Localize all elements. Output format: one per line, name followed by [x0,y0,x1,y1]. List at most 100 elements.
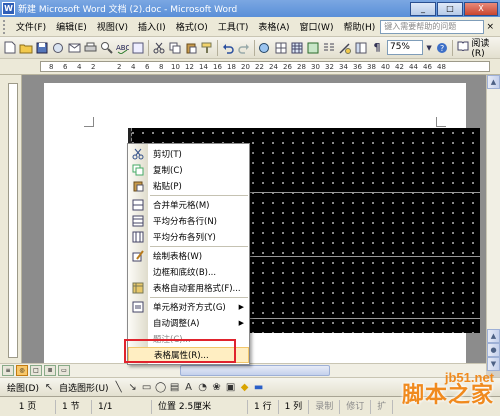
menu-view[interactable]: 视图(V) [92,20,133,33]
select-browse-object-icon[interactable]: ● [487,343,500,357]
menu-item-draw-table[interactable]: 绘制表格(W) [128,248,249,264]
vertical-ruler-track[interactable] [8,83,18,358]
status-track-changes[interactable]: 修订 [340,399,372,414]
menu-item-copy[interactable]: 复制(C) [128,162,249,178]
oval-tool-icon[interactable]: ◯ [154,380,168,394]
copy-icon[interactable] [168,40,182,56]
vertical-scrollbar[interactable]: ▲ ▲ ● ▼ [486,75,500,371]
menu-insert[interactable]: 插入(I) [133,20,171,33]
ruler-label: 14 [199,63,208,71]
menu-edit[interactable]: 编辑(E) [51,20,92,33]
ruler-label: 2 [91,63,96,71]
line-tool-icon[interactable]: ╲ [112,380,126,394]
previous-page-icon[interactable]: ▲ [487,329,500,343]
redo-icon[interactable] [237,40,251,56]
menu-item-autofit[interactable]: 自动调整(A) ▶ [128,315,249,331]
select-objects-icon[interactable]: ↖ [42,380,56,394]
ruler-label: 26 [283,63,292,71]
hyperlink-icon[interactable] [258,40,272,56]
horizontal-ruler[interactable]: 8 6 4 2 2 4 6 8 10 12 14 16 18 20 22 24 … [0,59,500,75]
menu-file[interactable]: 文件(F) [11,20,51,33]
next-page-icon[interactable]: ▼ [487,357,500,371]
arrow-tool-icon[interactable]: ↘ [126,380,140,394]
minimize-button[interactable]: _ [410,1,436,16]
tables-borders-icon[interactable] [274,40,288,56]
paste-icon[interactable] [184,40,198,56]
save-icon[interactable] [35,40,49,56]
help-icon[interactable]: ? [435,40,449,56]
email-icon[interactable] [67,40,81,56]
help-search-input[interactable]: 键入需要帮助的问题 [380,19,484,34]
insert-wordart-icon[interactable]: A [182,380,196,394]
paste-icon [128,178,148,194]
ruler-track[interactable]: 8 6 4 2 2 4 6 8 10 12 14 16 18 20 22 24 … [40,61,490,72]
print-preview-icon[interactable] [99,40,113,56]
read-mode-button[interactable]: 阅读(R) [454,36,500,59]
research-icon[interactable] [131,40,145,56]
ruler-label: 8 [159,63,164,71]
draw-menu-button[interactable]: 绘图(D) [4,381,42,394]
outline-view-icon[interactable]: ≣ [44,365,56,376]
document-map-icon[interactable] [354,40,368,56]
menu-item-paste[interactable]: 粘贴(P) [128,178,249,194]
status-record[interactable]: 录制 [309,399,341,414]
vertical-ruler[interactable] [0,75,22,363]
show-hide-marks-icon[interactable]: ¶ [370,40,384,56]
document-page[interactable] [44,83,480,373]
scroll-track[interactable] [487,89,500,329]
word-app-icon[interactable]: W [2,2,15,15]
print-layout-icon[interactable]: □ [30,365,42,376]
fill-color-icon[interactable]: ◆ [238,380,252,394]
format-painter-icon[interactable] [200,40,214,56]
ruler-label: 16 [213,63,222,71]
close-button[interactable]: X [464,1,498,16]
distribute-columns-icon [128,229,148,245]
menu-tools[interactable]: 工具(T) [213,20,254,33]
insert-diagram-icon[interactable]: ◔ [196,380,210,394]
columns-icon[interactable] [322,40,336,56]
menu-item-borders-shading[interactable]: 边框和底纹(B)... [128,264,249,280]
menu-help[interactable]: 帮助(H) [338,20,380,33]
menu-format[interactable]: 格式(O) [171,20,213,33]
normal-view-icon[interactable]: ≡ [2,365,14,376]
chevron-down-icon[interactable]: ▼ [426,40,433,56]
autoshapes-menu-button[interactable]: 自选图形(U) [56,381,112,394]
zoom-select[interactable]: 75% [386,40,423,55]
horizontal-scroll-thumb[interactable] [180,365,330,376]
menu-item-distribute-columns[interactable]: 平均分布各列(Y) [128,229,249,245]
insert-table-icon[interactable] [290,40,304,56]
text-box-icon[interactable]: ▤ [168,380,182,394]
spelling-icon[interactable]: ABC [115,40,129,56]
watermark: jb51.net 脚本之家 [402,371,494,406]
menu-item-merge-cells[interactable]: 合并单元格(M) [128,197,249,213]
rectangle-tool-icon[interactable]: ▭ [140,380,154,394]
permission-icon[interactable] [51,40,65,56]
menu-item-table-autoformat[interactable]: 表格自动套用格式(F)... [128,280,249,296]
new-document-icon[interactable] [3,40,17,56]
undo-icon[interactable] [221,40,235,56]
open-folder-icon[interactable] [19,40,33,56]
menu-item-cut[interactable]: 剪切(T) [128,146,249,162]
reading-view-icon[interactable]: ▭ [58,365,70,376]
menu-bar: 文件(F) 编辑(E) 视图(V) 插入(I) 格式(O) 工具(T) 表格(A… [0,17,500,37]
line-color-icon[interactable]: ▬ [252,380,266,394]
title-bar: W 新建 Microsoft Word 文档 (2).doc - Microso… [0,0,500,17]
menu-item-label: 绘制表格(W) [153,252,203,262]
maximize-button[interactable]: □ [437,1,463,16]
drawing-icon[interactable] [338,40,352,56]
insert-picture-icon[interactable]: ▣ [224,380,238,394]
insert-excel-icon[interactable] [306,40,320,56]
document-area[interactable] [22,75,486,373]
scroll-up-icon[interactable]: ▲ [487,75,500,89]
menu-table[interactable]: 表格(A) [253,20,294,33]
menubar-grip[interactable] [3,19,7,34]
status-extend[interactable]: 扩 [371,399,394,414]
clip-art-icon[interactable]: ❀ [210,380,224,394]
cut-icon[interactable] [152,40,166,56]
menu-item-distribute-rows[interactable]: 平均分布各行(N) [128,213,249,229]
web-view-icon[interactable]: ◎ [16,365,28,376]
document-close-icon[interactable]: × [484,22,497,32]
print-icon[interactable] [83,40,97,56]
menu-item-cell-alignment[interactable]: 单元格对齐方式(G) ▶ [128,299,249,315]
menu-window[interactable]: 窗口(W) [295,20,339,33]
